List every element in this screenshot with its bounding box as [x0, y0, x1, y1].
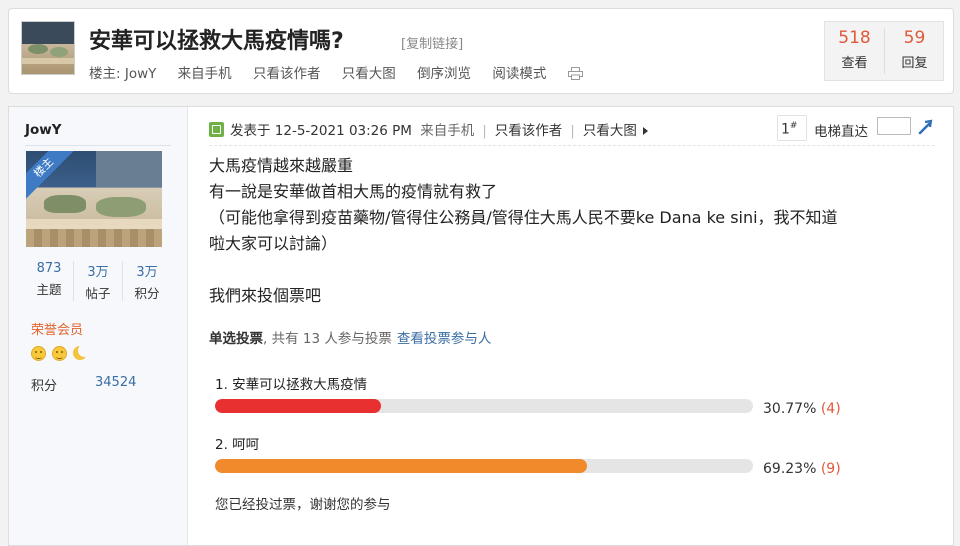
- floor-sup: #: [789, 121, 798, 131]
- topics-count: 873: [36, 261, 62, 276]
- points-value: 34524: [95, 375, 137, 390]
- poll-bar-fill: [215, 459, 588, 473]
- moon-medal-icon: [73, 343, 92, 362]
- poll-option-result: 69.23% (9): [763, 461, 841, 477]
- floor-jump-input[interactable]: [877, 117, 911, 135]
- points-label: 积分: [31, 379, 58, 394]
- poll-summary: , 共有 13 人参与投票: [263, 331, 392, 347]
- sidebar-divider: [25, 145, 171, 146]
- post-line: （可能他拿得到疫苗藥物/管得住公務員/管得住大馬人民不要ke Dana ke s…: [209, 208, 838, 227]
- elevator-label: 电梯直达: [814, 124, 868, 140]
- post-line: 大馬疫情越來越嚴重: [209, 156, 354, 175]
- poll-bar-fill: [215, 399, 381, 413]
- post-card: JowY 楼主 873 主题 3万 帖子 3万 积分 荣誉会员 积分 34524…: [8, 106, 954, 546]
- author-sidebar: JowY 楼主 873 主题 3万 帖子 3万 积分 荣誉会员 积分 34524: [9, 107, 188, 545]
- user-stat-points[interactable]: 3万 积分: [123, 261, 171, 302]
- points-count: 3万: [136, 265, 158, 280]
- reading-mode-link[interactable]: 阅读模式: [492, 66, 546, 82]
- points-short-label: 积分: [134, 286, 160, 301]
- copy-link-button[interactable]: [复制链接]: [401, 33, 463, 52]
- only-images-link[interactable]: 只看大图: [342, 66, 396, 82]
- poll-option-label: 1. 安華可以拯救大馬疫情: [215, 377, 368, 393]
- from-mobile-label: 来自手机: [177, 66, 232, 82]
- replies-label: 回复: [901, 56, 928, 71]
- user-stat-topics[interactable]: 873 主题: [25, 261, 74, 301]
- poll-meta: 单选投票, 共有 13 人参与投票 查看投票参与人: [209, 327, 491, 347]
- post-line: 有一說是安華做首相大馬的疫情就有救了: [209, 182, 498, 201]
- post-line: 啦大家可以討論）: [209, 234, 338, 253]
- thread-title: 安華可以拯救大馬疫情嗎?: [89, 29, 344, 54]
- poll-count: (4): [820, 401, 841, 417]
- author-username[interactable]: JowY: [25, 122, 62, 138]
- user-rank[interactable]: 荣誉会员: [31, 319, 83, 338]
- post-closing-line: 我們來投個票吧: [209, 286, 322, 305]
- poll-percent: 30.77%: [763, 401, 817, 417]
- avatar[interactable]: 楼主: [26, 151, 162, 247]
- poll-voted-note: 您已经投过票，谢谢您的参与: [215, 497, 391, 513]
- posts-label: 帖子: [85, 286, 111, 301]
- post-content: 发表于 12-5-2021 03:26 PM 来自手机 | 只看该作者 | 只看大图 1…: [187, 107, 953, 545]
- user-medals: [31, 343, 92, 362]
- only-author-link[interactable]: 只看该作者: [253, 66, 321, 82]
- replies-count: 59: [903, 28, 926, 48]
- floor-value: 1: [781, 121, 790, 138]
- go-arrow-icon[interactable]: [917, 118, 935, 136]
- play-arrow-icon[interactable]: [642, 127, 648, 135]
- poll-type-label: 单选投票: [209, 331, 263, 347]
- only-author-post-link[interactable]: 只看该作者: [495, 123, 563, 139]
- online-status-icon: [209, 122, 224, 137]
- replies-stat: 59 回复: [885, 28, 944, 71]
- reverse-order-link[interactable]: 倒序浏览: [417, 66, 471, 82]
- thread-header: 安華可以拯救大馬疫情嗎? [复制链接] 楼主: JowY 来自手机 只看该作者 …: [8, 8, 954, 94]
- post-timestamp: 发表于 12-5-2021 03:26 PM: [230, 123, 412, 139]
- poll-bar-track: [215, 399, 753, 413]
- views-count: 518: [838, 28, 871, 48]
- smiley-medal-icon: [52, 346, 68, 361]
- floor-number[interactable]: 1#: [781, 121, 797, 138]
- thread-author[interactable]: 楼主: JowY: [89, 66, 156, 82]
- posts-count: 3万: [87, 265, 109, 280]
- views-stat: 518 查看: [825, 28, 885, 74]
- poll-percent: 69.23%: [763, 461, 817, 477]
- views-label: 查看: [841, 56, 868, 71]
- thread-stats: 518 查看 59 回复: [824, 21, 944, 81]
- user-stat-posts[interactable]: 3万 帖子: [74, 261, 123, 301]
- poll-bar-track: [215, 459, 753, 473]
- post-source: 来自手机: [420, 123, 475, 139]
- only-images-post-link[interactable]: 只看大图: [583, 123, 637, 139]
- view-voters-link[interactable]: 查看投票参与人: [397, 331, 492, 347]
- topics-label: 主题: [36, 282, 62, 297]
- smiley-medal-icon: [31, 346, 46, 361]
- user-stats: 873 主题 3万 帖子 3万 积分: [25, 261, 171, 301]
- poll-count: (9): [820, 461, 841, 477]
- print-icon[interactable]: [567, 67, 583, 80]
- post-body: 大馬疫情越來越嚴重 有一說是安華做首相大馬的疫情就有救了 （可能他拿得到疫苗藥物…: [209, 153, 929, 309]
- thread-meta-row: 楼主: JowY 来自手机 只看该作者 只看大图 倒序浏览 阅读模式: [89, 62, 583, 82]
- poll-option-result: 30.77% (4): [763, 401, 841, 417]
- thread-thumbnail[interactable]: [21, 21, 75, 75]
- poll-option-label: 2. 呵呵: [215, 437, 260, 453]
